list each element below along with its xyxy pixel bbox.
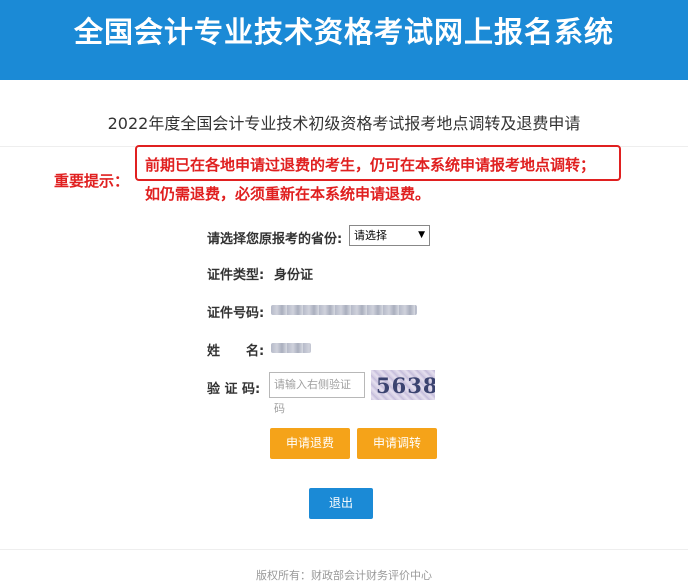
province-selected-value: 请选择 (354, 229, 387, 242)
system-title: 全国会计专业技术资格考试网上报名系统 (73, 15, 614, 49)
chevron-down-icon: ▼ (418, 230, 425, 240)
captcha-image[interactable]: 5638 (371, 370, 435, 400)
notice-text-line2: 如仍需退费，必须重新在本系统申请退费。 (145, 185, 431, 203)
exit-button[interactable]: 退出 (309, 488, 373, 519)
apply-refund-button[interactable]: 申请退费 (270, 428, 350, 459)
province-label: 请选择您原报考的省份: (207, 232, 343, 247)
captcha-input[interactable]: 请输入右侧验证码 (269, 372, 365, 415)
id-type-label: 证件类型: (207, 268, 265, 283)
captcha-label: 验 证 码: (207, 382, 261, 397)
notice-text-line1: 前期已在各地申请过退费的考生，仍可在本系统申请报考地点调转； (145, 156, 596, 174)
id-type-value: 身份证 (274, 268, 314, 283)
page-subtitle: 2022年度全国会计专业技术初级资格考试报考地点调转及退费申请 (107, 114, 581, 133)
notice-label: 重要提示： (54, 172, 130, 190)
divider (0, 549, 688, 550)
footer-copyright: 版权所有：财政部会计财务评价中心 (256, 569, 432, 582)
province-select[interactable]: 请选择 ▼ (349, 225, 430, 246)
name-redacted (271, 343, 311, 353)
id-number-label: 证件号码: (207, 306, 265, 321)
header-bar: 全国会计专业技术资格考试网上报名系统 (0, 0, 688, 80)
apply-transfer-button[interactable]: 申请调转 (357, 428, 437, 459)
name-label: 姓 名: (207, 344, 265, 359)
captcha-image-text: 5638 (376, 373, 435, 398)
id-number-redacted (271, 305, 417, 315)
